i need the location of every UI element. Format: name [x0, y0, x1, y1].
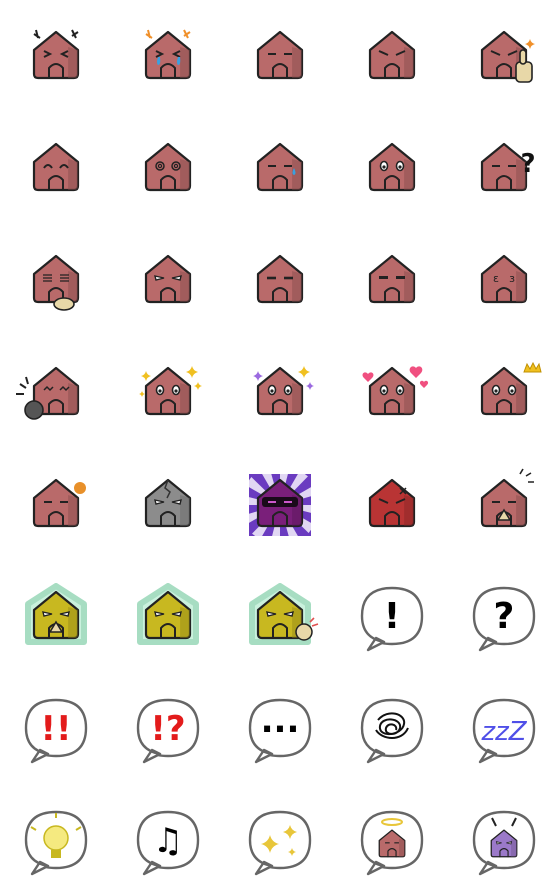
sticker-art — [144, 142, 192, 192]
svg-text:zzZ: zzZ — [480, 717, 527, 747]
sticker-art — [144, 29, 192, 80]
sticker-art: εз — [480, 254, 528, 304]
sticker-art — [472, 810, 536, 876]
house-sticker[interactable] — [336, 0, 448, 112]
sticker-art — [360, 698, 424, 764]
house-sticker[interactable] — [224, 0, 336, 112]
speech-bubble-sticker[interactable] — [224, 784, 336, 896]
house-sticker[interactable] — [224, 336, 336, 448]
sticker-art: ! — [360, 586, 424, 652]
sticker-art — [144, 478, 192, 528]
sticker-art: !! — [24, 698, 88, 764]
house-sticker[interactable] — [336, 224, 448, 336]
sticker-art — [362, 366, 429, 416]
speech-bubble-sticker[interactable] — [336, 672, 448, 784]
svg-text:ε: ε — [493, 272, 499, 285]
house-sticker[interactable] — [0, 448, 112, 560]
house-sticker[interactable] — [0, 0, 112, 112]
sticker-art — [32, 254, 80, 311]
house-sticker[interactable] — [112, 336, 224, 448]
house-sticker[interactable] — [336, 336, 448, 448]
sticker-art — [480, 361, 542, 416]
sticker-art — [253, 366, 314, 416]
house-sticker[interactable] — [112, 0, 224, 112]
sticker-art — [256, 30, 304, 80]
sticker-art — [248, 810, 312, 876]
speech-bubble-sticker[interactable]: ♫ — [112, 784, 224, 896]
house-sticker[interactable] — [448, 448, 560, 560]
sticker-art: ? — [480, 142, 536, 192]
speech-bubble-sticker[interactable]: !? — [112, 672, 224, 784]
house-sticker[interactable]: ? — [448, 112, 560, 224]
sticker-art — [368, 30, 416, 80]
house-sticker[interactable] — [224, 224, 336, 336]
svg-text:з: з — [509, 272, 515, 285]
house-sticker[interactable] — [112, 560, 224, 672]
house-sticker[interactable] — [336, 112, 448, 224]
house-sticker[interactable] — [224, 448, 336, 560]
sticker-art — [249, 583, 319, 645]
speech-bubble-sticker[interactable] — [336, 784, 448, 896]
house-sticker[interactable]: εз — [448, 224, 560, 336]
house-sticker[interactable] — [112, 448, 224, 560]
house-sticker[interactable] — [0, 224, 112, 336]
svg-text:!!: !! — [40, 709, 71, 749]
speech-bubble-sticker[interactable] — [448, 784, 560, 896]
sticker-art — [139, 366, 202, 416]
sticker-art — [368, 478, 416, 528]
emoji-sheet: ? εз !?!!!?... zzZ ♫ — [0, 0, 560, 896]
svg-text:!?: !? — [150, 709, 185, 749]
house-sticker[interactable] — [0, 336, 112, 448]
house-sticker[interactable] — [112, 112, 224, 224]
sticker-art — [368, 142, 416, 192]
house-sticker[interactable] — [448, 0, 560, 112]
sticker-art: ... — [248, 698, 312, 764]
sticker-art — [360, 810, 424, 876]
speech-bubble-sticker[interactable]: ... — [224, 672, 336, 784]
sticker-art — [32, 142, 80, 192]
sticker-art: ♫ — [136, 810, 200, 876]
house-sticker[interactable] — [0, 112, 112, 224]
speech-bubble-sticker[interactable]: ! — [336, 560, 448, 672]
speech-bubble-sticker[interactable]: zzZ — [448, 672, 560, 784]
sticker-art — [249, 474, 311, 536]
sticker-art — [25, 583, 87, 645]
speech-bubble-sticker[interactable]: ? — [448, 560, 560, 672]
svg-text:♫: ♫ — [153, 821, 183, 861]
sticker-art — [32, 478, 86, 528]
house-sticker[interactable] — [0, 560, 112, 672]
sticker-art — [16, 366, 80, 420]
house-sticker[interactable] — [112, 224, 224, 336]
svg-text:?: ? — [520, 149, 535, 179]
speech-bubble-sticker[interactable] — [0, 784, 112, 896]
speech-bubble-sticker[interactable]: !! — [0, 672, 112, 784]
sticker-art — [256, 254, 304, 304]
sticker-art: zzZ — [472, 698, 536, 764]
sticker-art — [32, 29, 80, 80]
sticker-art: !? — [136, 698, 200, 764]
sticker-art: ? — [472, 586, 536, 652]
sticker-art — [368, 254, 416, 304]
sticker-art — [480, 468, 534, 528]
sticker-art — [137, 583, 199, 645]
sticker-art — [144, 254, 192, 304]
house-sticker[interactable] — [448, 336, 560, 448]
sticker-art — [24, 810, 88, 876]
house-sticker[interactable] — [224, 560, 336, 672]
svg-text:?: ? — [494, 596, 515, 637]
sticker-art — [480, 30, 535, 83]
sticker-art — [256, 142, 304, 192]
house-sticker[interactable] — [336, 448, 448, 560]
house-sticker[interactable] — [224, 112, 336, 224]
svg-text:...: ... — [261, 701, 300, 741]
svg-text:!: ! — [384, 596, 400, 637]
